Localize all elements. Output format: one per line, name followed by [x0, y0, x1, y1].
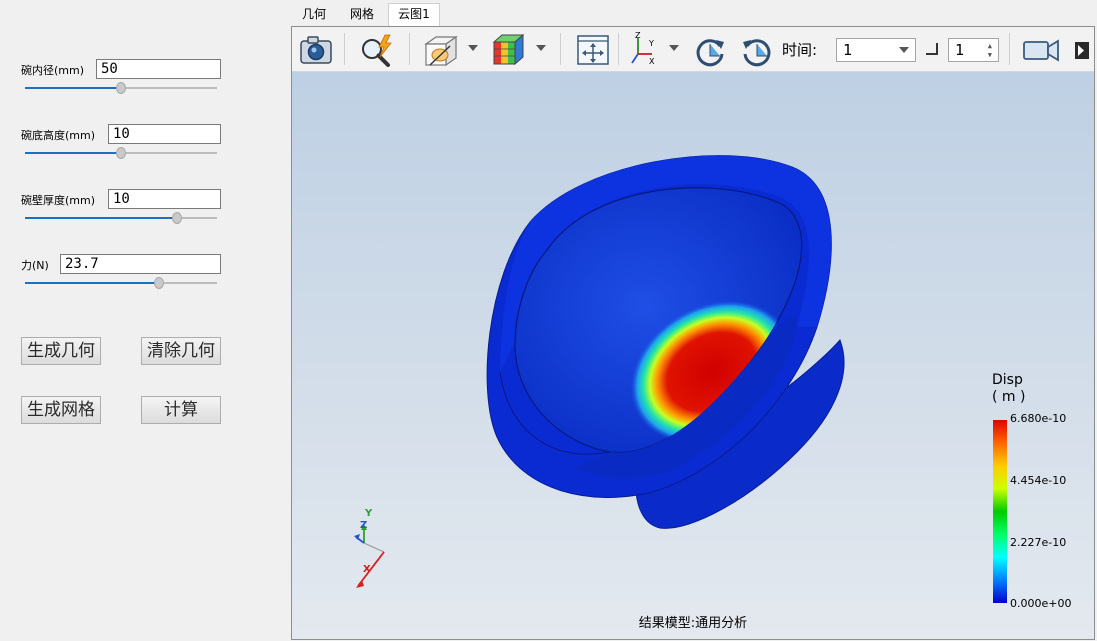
time-label: 时间:: [782, 41, 818, 59]
bottom-height-input[interactable]: 10: [108, 124, 221, 144]
inner-diameter-input[interactable]: 50: [96, 59, 221, 79]
wall-thickness-slider[interactable]: [25, 212, 217, 224]
svg-text:X: X: [649, 57, 655, 66]
tab-geometry[interactable]: 几何: [293, 4, 335, 26]
rotate-cw-icon[interactable]: [692, 32, 728, 68]
tab-contour-1[interactable]: 云图1: [388, 3, 440, 27]
axes-dropdown-chevron-down-icon[interactable]: [669, 45, 679, 51]
result-model-caption: 结果模型:通用分析: [638, 616, 748, 631]
triad-z-label: Z: [360, 520, 368, 531]
axes-icon[interactable]: Z Y X: [628, 31, 662, 68]
step-spinbox[interactable]: 1 ▲ ▼: [948, 38, 999, 62]
tab-mesh[interactable]: 网格: [339, 4, 385, 26]
time-select[interactable]: 1: [836, 38, 916, 62]
svg-text:Z: Z: [635, 32, 641, 40]
probe-search-icon[interactable]: [358, 32, 396, 68]
param-label-wall-thickness: 碗壁厚度(mm): [21, 194, 96, 207]
force-slider[interactable]: [25, 277, 217, 289]
legend-tick-3: 2.227e-10: [1010, 536, 1067, 549]
color-cube-icon[interactable]: [490, 32, 526, 68]
render-canvas[interactable]: Y Z X Disp ( m ) 6.680e-10 4.454e-10 2.2…: [292, 72, 1094, 639]
orientation-triad: [354, 524, 385, 588]
app-window: 碗内径(mm) 50 碗底高度(mm) 10 碗壁厚度(mm) 10 力(N) …: [0, 0, 1097, 641]
camera-icon[interactable]: [298, 32, 334, 68]
wall-thickness-input[interactable]: 10: [108, 189, 221, 209]
generate-geometry-button[interactable]: 生成几何: [21, 337, 101, 365]
force-input[interactable]: 23.7: [60, 254, 221, 274]
bottom-height-slider[interactable]: [25, 147, 217, 159]
compute-button[interactable]: 计算: [141, 396, 221, 424]
legend-tick-min: 0.000e+00: [1010, 597, 1072, 610]
param-label-force: 力(N): [21, 259, 49, 272]
toolbar-overflow-icon[interactable]: [1072, 32, 1092, 68]
step-spinbox-value: 1: [955, 41, 965, 59]
step-icon: [926, 43, 938, 55]
legend-colorbar: [993, 420, 1007, 603]
viewer-toolbar: Z Y X 时间: 1 1 ▲ ▼: [292, 27, 1094, 72]
clear-geometry-button[interactable]: 清除几何: [141, 337, 221, 365]
legend-tick-2: 4.454e-10: [1010, 474, 1067, 487]
generate-mesh-button[interactable]: 生成网格: [21, 396, 101, 424]
deformed-bowl-contour: [354, 155, 845, 588]
triad-x-label: X: [363, 564, 371, 575]
color-dropdown-chevron-down-icon[interactable]: [536, 45, 546, 51]
param-label-inner-diameter: 碗内径(mm): [21, 64, 85, 77]
legend-tick-max: 6.680e-10: [1010, 412, 1067, 425]
rotate-ccw-icon[interactable]: [739, 32, 775, 68]
spin-down-icon[interactable]: ▼: [988, 51, 992, 59]
time-select-value: 1: [843, 41, 853, 59]
inner-diameter-slider[interactable]: [25, 82, 217, 94]
triad-y-label: Y: [365, 508, 373, 519]
clip-dropdown-chevron-down-icon[interactable]: [468, 45, 478, 51]
result-viewer: Z Y X 时间: 1 1 ▲ ▼ Y Z X Disp (m) 6.680…: [291, 26, 1095, 640]
chevron-down-icon: [899, 47, 909, 53]
svg-text:Y: Y: [648, 39, 654, 48]
record-video-icon[interactable]: [1021, 32, 1061, 68]
clip-box-icon[interactable]: [422, 32, 460, 68]
param-label-bottom-height: 碗底高度(mm): [21, 129, 96, 142]
fit-view-icon[interactable]: [575, 32, 611, 68]
legend-title: Disp: [992, 372, 1023, 388]
spin-up-icon[interactable]: ▲: [988, 42, 992, 50]
legend-unit: ( m ): [992, 389, 1026, 405]
